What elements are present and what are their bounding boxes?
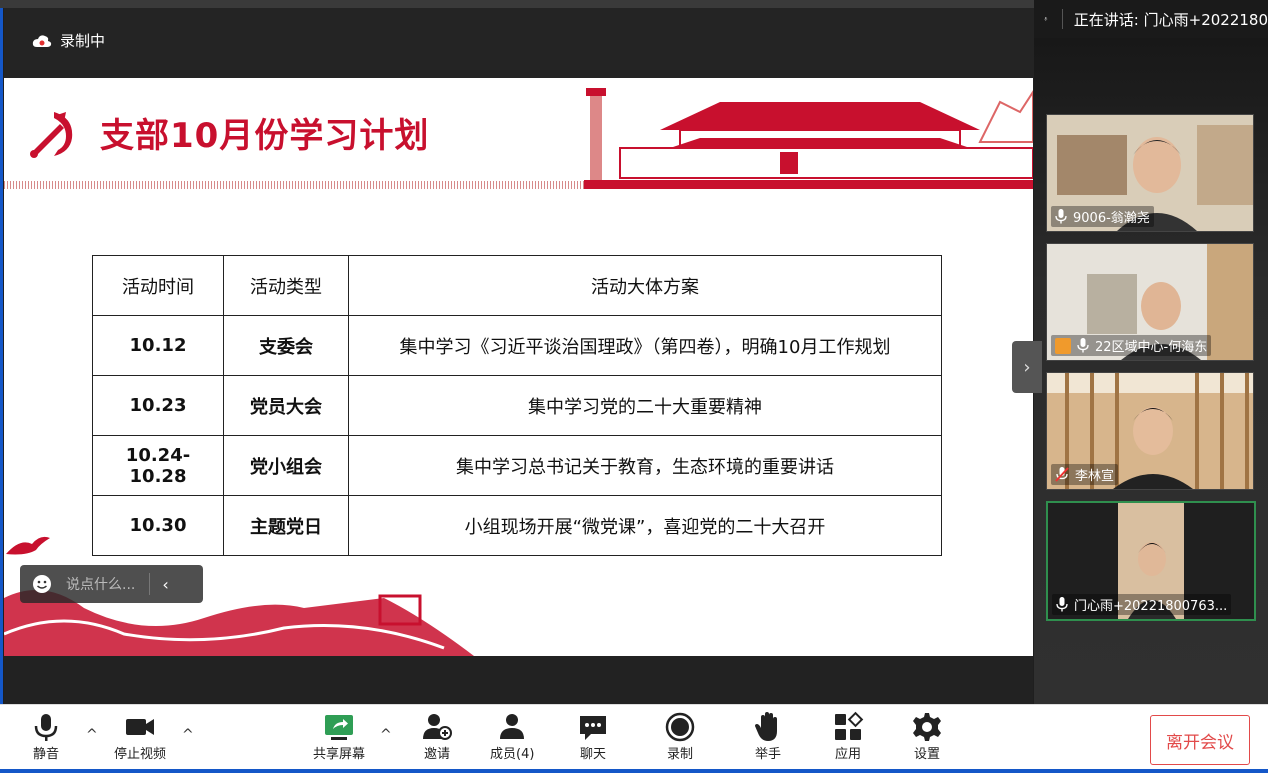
- recording-label: 录制中: [60, 30, 105, 51]
- participant-tile-active-speaker[interactable]: 门心雨+20221800763...: [1046, 501, 1256, 621]
- participant-name: 李林宣: [1051, 464, 1118, 485]
- emoji-icon[interactable]: [32, 574, 52, 594]
- table-cell: 集中学习总书记关于教育，生态环境的重要讲话: [349, 436, 942, 496]
- raise-hand-label: 举手: [755, 743, 781, 762]
- members-button[interactable]: 成员(4): [490, 711, 534, 762]
- chat-label: 聊天: [580, 743, 606, 762]
- collapse-panel-button[interactable]: ›: [1012, 341, 1042, 393]
- share-screen-button[interactable]: 共享屏幕: [313, 711, 365, 762]
- share-screen-icon: [323, 711, 355, 743]
- column-header: 活动时间: [93, 256, 224, 316]
- members-label: 成员(4): [490, 743, 534, 762]
- mic-muted-icon: [1055, 467, 1069, 482]
- apps-grid-icon: [832, 711, 864, 743]
- participant-name: 门心雨+20221800763...: [1052, 594, 1231, 615]
- tiananmen-illustration: [580, 82, 1033, 182]
- participant-name: 22区域中心-何海东: [1051, 335, 1211, 356]
- mute-button[interactable]: 静音: [30, 711, 62, 762]
- table-header-row: 活动时间 活动类型 活动大体方案: [93, 256, 942, 316]
- collapse-chat-icon[interactable]: ‹: [162, 575, 168, 594]
- study-plan-table: 活动时间 活动类型 活动大体方案 10.12 支委会 集中学习《习近平谈治国理政…: [92, 255, 942, 556]
- raise-hand-button[interactable]: 举手: [752, 711, 784, 762]
- active-speaker-bar: 正在讲话: 门心雨+2022180: [1034, 0, 1268, 38]
- chat-divider: [149, 573, 150, 595]
- share-options-caret-icon[interactable]: ^: [380, 727, 392, 743]
- record-icon: [664, 711, 696, 743]
- table-row: 10.24-10.28 党小组会 集中学习总书记关于教育，生态环境的重要讲话: [93, 436, 942, 496]
- video-camera-icon: [124, 711, 156, 743]
- microphone-icon: [30, 711, 62, 743]
- hand-icon: [752, 711, 784, 743]
- mute-label: 静音: [33, 743, 59, 762]
- stop-video-label: 停止视频: [114, 743, 166, 762]
- meeting-toolbar: 静音 ^ 停止视频 ^ 共享屏幕 ^ 邀请 成员(4) 聊天 录制 举手 应用 …: [0, 704, 1268, 774]
- chat-bubble-icon: [577, 711, 609, 743]
- chat-placeholder[interactable]: 说点什么...: [66, 574, 135, 594]
- share-screen-label: 共享屏幕: [313, 743, 365, 762]
- mic-icon: [1044, 9, 1048, 29]
- audio-options-caret-icon[interactable]: ^: [86, 727, 98, 743]
- video-options-caret-icon[interactable]: ^: [182, 727, 194, 743]
- table-row: 10.12 支委会 集中学习《习近平谈治国理政》（第四卷），明确10月工作规划: [93, 316, 942, 376]
- mic-icon: [1055, 209, 1067, 224]
- header-red-band: [584, 180, 1033, 189]
- cloud-icon: [32, 34, 52, 48]
- members-icon: [496, 711, 528, 743]
- recording-indicator[interactable]: 录制中: [32, 30, 105, 51]
- participant-name-text: 李林宣: [1075, 465, 1114, 484]
- invite-button[interactable]: 邀请: [421, 711, 453, 762]
- participant-panel: 正在讲话: 门心雨+2022180 9006-翁瀚尧 22区域中心-何海东: [1034, 0, 1268, 704]
- participant-name-text: 门心雨+20221800763...: [1074, 595, 1227, 614]
- participant-name-text: 9006-翁瀚尧: [1073, 207, 1150, 226]
- apps-button[interactable]: 应用: [832, 711, 864, 762]
- column-header: 活动大体方案: [349, 256, 942, 316]
- table-cell: 支委会: [224, 316, 349, 376]
- table-cell: 党小组会: [224, 436, 349, 496]
- chat-input-bar[interactable]: 说点什么... ‹: [20, 565, 203, 603]
- table-cell: 集中学习党的二十大重要精神: [349, 376, 942, 436]
- table-cell: 10.12: [93, 316, 224, 376]
- table-cell: 10.23: [93, 376, 224, 436]
- participant-tile[interactable]: 22区域中心-何海东: [1046, 243, 1254, 361]
- recording-bar: 录制中: [4, 8, 1034, 78]
- record-button[interactable]: 录制: [664, 711, 696, 762]
- chat-button[interactable]: 聊天: [577, 711, 609, 762]
- stop-video-button[interactable]: 停止视频: [114, 711, 166, 762]
- apps-label: 应用: [835, 743, 861, 762]
- record-label: 录制: [667, 743, 693, 762]
- gear-icon: [911, 711, 943, 743]
- participant-tile[interactable]: 李林宣: [1046, 372, 1254, 490]
- participant-tile[interactable]: 9006-翁瀚尧: [1046, 114, 1254, 232]
- share-bottom-bar: [4, 656, 1033, 704]
- table-cell: 10.24-10.28: [93, 436, 224, 496]
- participant-name: 9006-翁瀚尧: [1051, 206, 1154, 227]
- invite-label: 邀请: [424, 743, 450, 762]
- mic-icon: [1056, 597, 1068, 612]
- party-emblem-icon: [24, 108, 80, 160]
- add-person-icon: [421, 711, 453, 743]
- avatar-icon: [1055, 338, 1071, 354]
- table-cell: 党员大会: [224, 376, 349, 436]
- settings-button[interactable]: 设置: [911, 711, 943, 762]
- window-edge: [0, 0, 3, 773]
- chevron-right-icon: ›: [1023, 357, 1030, 378]
- settings-label: 设置: [914, 743, 940, 762]
- active-speaker-label: 正在讲话: 门心雨+2022180: [1074, 9, 1268, 30]
- table-row: 10.23 党员大会 集中学习党的二十大重要精神: [93, 376, 942, 436]
- table-cell: 集中学习《习近平谈治国理政》（第四卷），明确10月工作规划: [349, 316, 942, 376]
- mic-icon: [1077, 338, 1089, 353]
- column-header: 活动类型: [224, 256, 349, 316]
- window-bottom-edge: [0, 769, 1268, 773]
- leave-meeting-button[interactable]: 离开会议: [1150, 715, 1250, 765]
- slide-title: 支部10月份学习计划: [100, 108, 429, 157]
- participant-name-text: 22区域中心-何海东: [1095, 336, 1207, 355]
